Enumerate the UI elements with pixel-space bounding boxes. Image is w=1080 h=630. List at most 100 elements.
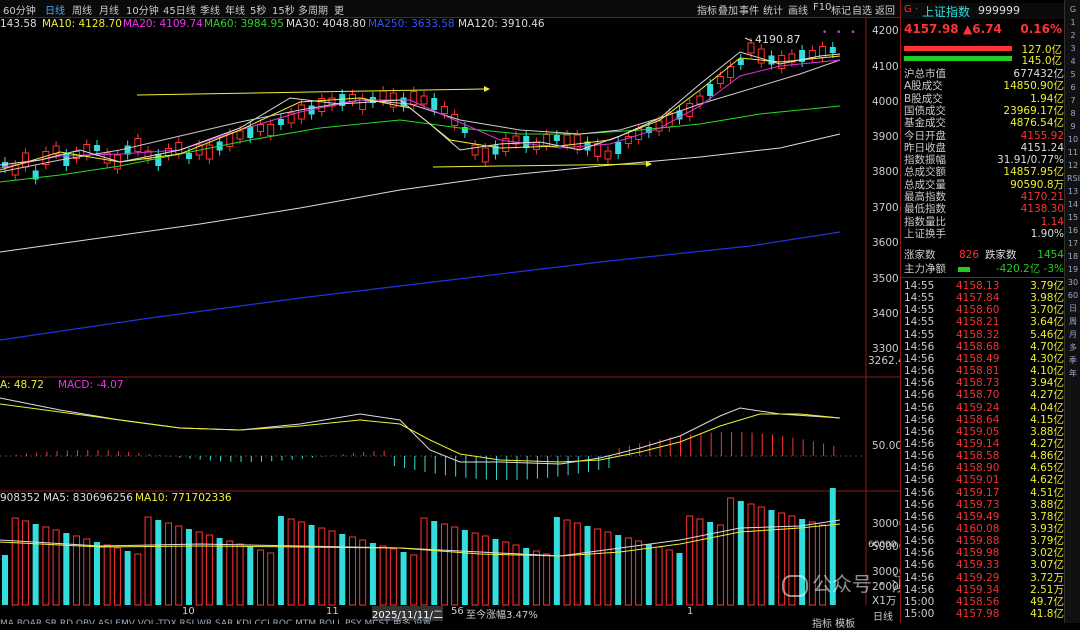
stat-label: 最低指数 — [904, 203, 946, 216]
volume-bar — [63, 533, 70, 605]
side-tool-button[interactable]: 12 — [1067, 160, 1079, 172]
candle — [737, 54, 744, 70]
side-tool-button[interactable]: 15 — [1067, 212, 1079, 224]
tool-f10[interactable]: F10 — [813, 2, 831, 13]
side-tool-button[interactable]: 5 — [1067, 69, 1079, 81]
yaxis-label: 3500 — [872, 273, 899, 285]
side-tool-button[interactable]: 3 — [1067, 43, 1079, 55]
tick-price: 4160.08 — [956, 523, 1000, 535]
net-flow-bar — [958, 267, 970, 272]
tool-stats[interactable]: 统计 — [763, 2, 783, 17]
period-quarter[interactable]: 季线 — [200, 2, 220, 17]
volume-bar — [696, 518, 704, 606]
period-multi[interactable]: 多周期 — [298, 2, 328, 17]
tool-overlay[interactable]: 叠加 — [718, 2, 738, 17]
side-tool-button[interactable]: 日 — [1067, 303, 1079, 315]
volume-bar — [144, 516, 152, 606]
stat-label: 昨日收盘 — [904, 141, 946, 154]
period-more[interactable]: 更 — [334, 2, 344, 17]
tick-time: 14:56 — [904, 498, 935, 511]
side-tool-button[interactable]: 2 — [1067, 30, 1079, 42]
stat-value: 4138.30 — [1020, 203, 1064, 216]
side-tool-button[interactable]: 7 — [1067, 95, 1079, 107]
volume-bar — [195, 531, 203, 606]
volume-label: 908352 — [0, 492, 41, 504]
period-weekly[interactable]: 周线 — [72, 2, 92, 17]
kline-chart[interactable] — [0, 0, 900, 623]
candle — [553, 130, 560, 146]
period-15sec[interactable]: 15秒 — [272, 2, 295, 17]
side-tool-button[interactable]: 周 — [1067, 316, 1079, 328]
side-tool-button[interactable]: 多 — [1067, 342, 1079, 354]
side-tool-button[interactable]: RSI — [1067, 173, 1080, 185]
stat-label: 上证换手 — [904, 227, 946, 240]
tick-amount: 5.46亿 — [1030, 328, 1064, 341]
side-tool-button[interactable]: 10 — [1067, 134, 1079, 146]
side-tool-button[interactable]: 19 — [1067, 264, 1079, 276]
index-code: 999999 — [978, 4, 1020, 17]
side-tool-button[interactable]: 18 — [1067, 251, 1079, 263]
g-icon[interactable]: G — [904, 4, 912, 15]
candle — [686, 98, 694, 122]
yaxis-label: 3700 — [872, 202, 899, 214]
period-monthly[interactable]: 月线 — [99, 2, 119, 17]
stat-row: 沪总市值 677432亿 — [904, 68, 1064, 80]
side-tool-button[interactable]: 年 — [1067, 368, 1079, 380]
side-tool-button[interactable]: 9 — [1067, 121, 1079, 133]
side-tool-button[interactable]: 60 — [1067, 290, 1079, 302]
candle — [573, 130, 581, 154]
tick-price: 4159.98 — [956, 547, 1000, 560]
side-tool-button[interactable]: 16 — [1067, 225, 1079, 237]
stat-label: B股成交 — [904, 92, 943, 105]
volume-bar — [73, 535, 81, 606]
side-tool-button[interactable]: 14 — [1067, 199, 1079, 211]
yaxis-label: 4200 — [872, 25, 899, 37]
period-year[interactable]: 年线 — [225, 2, 245, 17]
tick-amount: 41.8亿 — [1030, 608, 1064, 621]
tool-indicator[interactable]: 指标 — [697, 2, 717, 17]
candle — [339, 89, 346, 111]
volume-bar — [236, 543, 244, 606]
tool-mark[interactable]: 标记 — [831, 2, 851, 17]
side-tool-button[interactable]: 1 — [1067, 17, 1079, 29]
tool-events[interactable]: 事件 — [739, 2, 759, 17]
tick-price: 4158.68 — [956, 340, 1000, 353]
tool-watchlist[interactable]: 自选 — [852, 2, 872, 17]
tick-time: 15:00 — [904, 595, 935, 608]
tick-price: 4157.98 — [956, 608, 1000, 621]
tick-amount: 3.70亿 — [1030, 304, 1064, 317]
vol-ma10-label: MA10: 771702336 — [135, 492, 232, 504]
tick-price: 4157.84 — [956, 292, 1000, 305]
volume-bar — [573, 522, 581, 606]
side-tool-button[interactable]: 13 — [1067, 186, 1079, 198]
side-tool-button[interactable]: 30 — [1067, 277, 1079, 289]
volume-bar — [655, 546, 663, 606]
tool-draw[interactable]: 画线 — [788, 2, 808, 17]
side-tool-button[interactable]: G — [1067, 4, 1079, 16]
period-daily[interactable]: 日线 — [45, 2, 65, 17]
side-tool-button[interactable]: 8 — [1067, 108, 1079, 120]
volume-bar — [359, 539, 367, 606]
period-indicator: 日线 — [873, 612, 893, 623]
stat-value: 31.91/0.77% — [997, 154, 1064, 167]
side-tool-button[interactable]: 季 — [1067, 355, 1079, 367]
tick-amount: 49.7亿 — [1030, 595, 1064, 608]
side-tool-button[interactable]: 月 — [1067, 329, 1079, 341]
period-10min[interactable]: 10分钟 — [126, 2, 159, 17]
candle — [236, 126, 244, 144]
stat-value: 4155.92 — [1020, 129, 1064, 142]
volume-bar — [287, 518, 295, 606]
side-tool-button[interactable]: 17 — [1067, 238, 1079, 250]
period-5sec[interactable]: 5秒 — [250, 2, 266, 17]
tick-price: 4158.49 — [956, 352, 1000, 365]
candle — [431, 93, 438, 115]
tool-back[interactable]: 返回 — [875, 2, 895, 17]
tick-time: 14:56 — [904, 413, 935, 426]
tick-row: 14:56 4159.88 3.79亿 — [904, 535, 1064, 547]
volume-bar — [134, 553, 142, 606]
side-tool-button[interactable]: 11 — [1067, 147, 1079, 159]
side-tool-button[interactable]: 6 — [1067, 82, 1079, 94]
side-tool-button[interactable]: 4 — [1067, 56, 1079, 68]
period-60min[interactable]: 60分钟 — [3, 2, 36, 17]
period-45day[interactable]: 45日线 — [163, 2, 196, 17]
